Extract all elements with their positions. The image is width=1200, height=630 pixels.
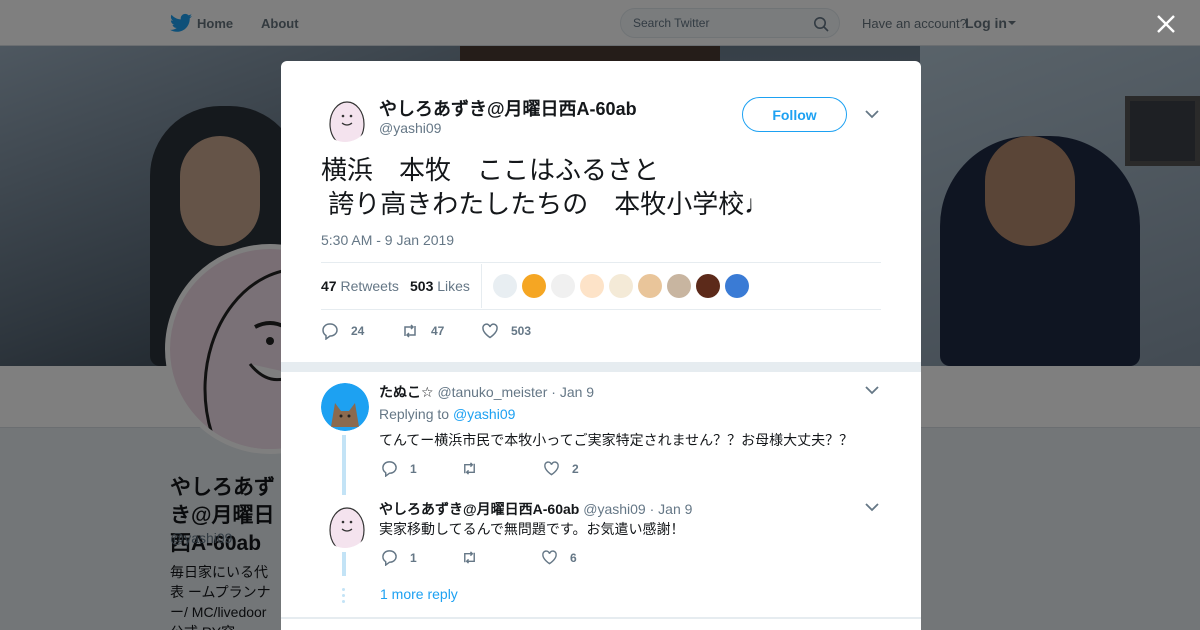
reply-avatar[interactable] [321, 383, 369, 431]
retweet-icon [464, 551, 475, 564]
chevron-down-icon[interactable] [865, 109, 879, 119]
reply-author-handle[interactable]: @yashi09 [583, 501, 645, 517]
likes-count: 503 [410, 278, 434, 294]
liker-avatar[interactable] [493, 274, 517, 298]
avatar-illustration-icon [321, 94, 369, 142]
thread-line [342, 552, 346, 576]
liker-avatar[interactable] [609, 274, 633, 298]
reply-count: 1 [410, 461, 417, 476]
reply-avatar[interactable] [321, 500, 369, 548]
chevron-down-icon[interactable] [865, 385, 879, 395]
avatar-illustration-icon [321, 500, 369, 548]
section-divider [281, 362, 921, 372]
reply-text: 実家移動してるんで無問題です。お気遣い感謝！ [379, 521, 685, 537]
reply-count: 24 [351, 324, 365, 338]
liker-avatar[interactable] [696, 274, 720, 298]
liker-avatar[interactable] [522, 274, 546, 298]
author-name[interactable]: やしろあずき@月曜日西A-60ab [379, 95, 637, 121]
reply-button[interactable]: 1 [381, 460, 417, 477]
more-replies-link[interactable]: 1 more reply [380, 586, 458, 602]
replying-to-label: Replying to [379, 406, 450, 422]
replying-to-link[interactable]: @yashi09 [453, 406, 515, 422]
reply-icon [382, 461, 397, 477]
divider [481, 264, 482, 308]
tweet-timestamp[interactable]: 5:30 AM - 9 Jan 2019 [321, 232, 454, 248]
author-avatar[interactable] [321, 94, 369, 142]
retweet-button[interactable] [461, 460, 490, 477]
reply-header: たぬこ☆ @tanuko_meister · Jan 9 [379, 384, 595, 400]
like-count: 503 [511, 324, 532, 338]
reply-button[interactable]: 1 [381, 549, 417, 566]
tweet-actions: 24 47 503 [321, 319, 881, 343]
reply-button[interactable]: 24 [321, 319, 364, 343]
author-handle[interactable]: @yashi09 [379, 120, 441, 136]
likes-label: Likes [437, 278, 470, 294]
reply-header: やしろあずき@月曜日西A-60ab @yashi09 · Jan 9 [379, 501, 693, 517]
reply-icon [382, 550, 397, 566]
follow-button[interactable]: Follow [742, 97, 847, 132]
reply-icon [322, 323, 338, 340]
avatar-illustration-icon [321, 383, 369, 431]
retweet-button[interactable]: 47 [401, 319, 444, 343]
tweet-text: 横浜 本牧 ここはふるさと 誇り高きわたしたちの 本牧小学校♩ [321, 155, 771, 219]
liker-avatar[interactable] [725, 274, 749, 298]
heart-icon [542, 550, 557, 565]
like-button[interactable]: 503 [481, 319, 531, 343]
likes-stat[interactable]: 503 Likes [410, 278, 470, 294]
liker-avatar[interactable] [580, 274, 604, 298]
retweet-icon [464, 462, 475, 475]
liker-avatar[interactable] [638, 274, 662, 298]
like-count: 2 [572, 461, 579, 476]
tweet-modal: やしろあずき@月曜日西A-60ab @yashi09 Follow 横浜 本牧 … [281, 61, 921, 630]
reply-author-name[interactable]: やしろあずき@月曜日西A-60ab [379, 501, 579, 517]
reply-author-name[interactable]: たぬこ☆ [379, 384, 434, 400]
chevron-down-icon[interactable] [865, 502, 879, 512]
retweet-button[interactable] [461, 549, 490, 566]
tweet-stats: 47 Retweets 503 Likes [321, 262, 881, 310]
retweet-count: 47 [431, 324, 445, 338]
reply-count: 1 [410, 550, 417, 565]
reply-text: てんてー横浜市民で本牧小ってご実家特定されません？？お母様大丈夫？？ [379, 432, 854, 448]
heart-icon [544, 461, 559, 476]
reply-date[interactable]: Jan 9 [560, 384, 594, 400]
reply-date[interactable]: Jan 9 [658, 501, 692, 517]
like-count: 6 [570, 550, 577, 565]
liker-avatar[interactable] [667, 274, 691, 298]
like-button[interactable]: 2 [543, 460, 579, 477]
reply-author-handle[interactable]: @tanuko_meister [437, 384, 547, 400]
replying-to: Replying to @yashi09 [379, 406, 515, 422]
retweets-stat[interactable]: 47 Retweets [321, 278, 399, 294]
thread-line [342, 435, 346, 495]
retweets-count: 47 [321, 278, 337, 294]
retweet-icon [404, 324, 416, 338]
like-button[interactable]: 6 [541, 549, 577, 566]
divider [281, 617, 921, 619]
liker-avatar[interactable] [551, 274, 575, 298]
close-icon[interactable] [1155, 13, 1177, 35]
heart-icon [482, 323, 498, 339]
thread-dots [342, 588, 346, 606]
retweets-label: Retweets [340, 278, 399, 294]
